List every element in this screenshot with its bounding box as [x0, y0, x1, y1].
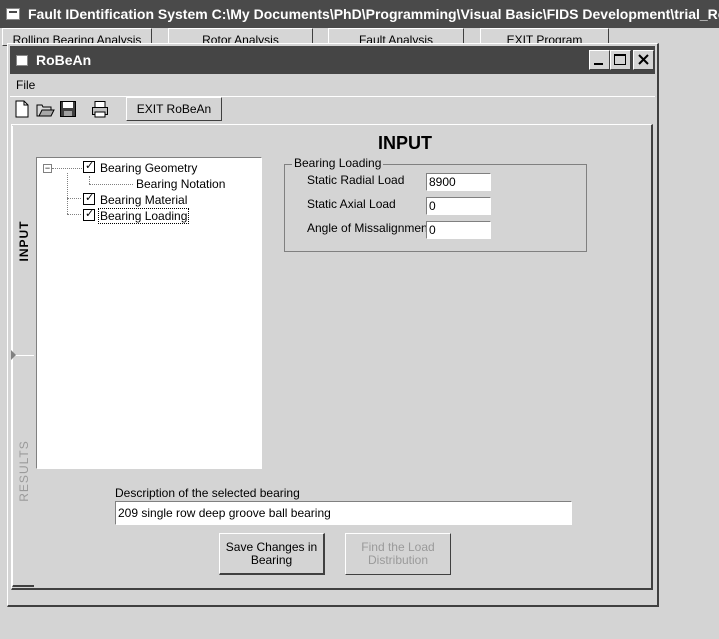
new-file-button[interactable]: [12, 99, 32, 119]
maximize-icon: [614, 54, 626, 65]
menu-bar: File: [10, 76, 655, 94]
toolbar: EXIT RoBeAn: [10, 96, 655, 123]
find-load-line2: Distribution: [367, 553, 429, 567]
save-changes-button[interactable]: Save Changes in Bearing: [219, 533, 325, 575]
loading-checkbox[interactable]: [83, 207, 95, 221]
window-title: RoBeAn: [36, 52, 92, 68]
window-icon: [16, 55, 28, 66]
tab-pointer-icon: [11, 350, 16, 360]
static-radial-load-label: Static Radial Load: [307, 173, 405, 187]
tree-connector: [89, 176, 90, 184]
printer-icon: [92, 101, 108, 118]
bearing-loading-caption: Bearing Loading: [292, 156, 384, 170]
save-file-button[interactable]: [58, 99, 78, 119]
menu-file[interactable]: File: [10, 76, 41, 94]
tab-input[interactable]: INPUT: [12, 126, 34, 356]
save-changes-line1: Save Changes in: [225, 540, 318, 554]
open-folder-icon: [36, 104, 55, 117]
tree-item-bearing-loading[interactable]: Bearing Loading: [98, 208, 190, 224]
tree-connector: [89, 184, 133, 185]
bearing-description-field[interactable]: 209 single row deep groove ball bearing: [115, 501, 572, 525]
geometry-checkbox[interactable]: [83, 159, 95, 173]
tree-item-bearing-material[interactable]: Bearing Material: [100, 193, 187, 207]
tab-input-label: INPUT: [16, 220, 31, 262]
page-title: INPUT: [378, 133, 432, 153]
save-changes-line2: Bearing: [250, 553, 293, 567]
print-button[interactable]: [90, 99, 110, 119]
tab-results-label: RESULTS: [16, 439, 31, 502]
angle-of-misalignment-input[interactable]: 0: [426, 221, 491, 239]
find-load-line1: Find the Load: [361, 540, 435, 554]
exit-robean-button[interactable]: EXIT RoBeAn: [126, 97, 222, 121]
parent-title-bar: Fault IDentification System C:\My Docume…: [0, 0, 719, 28]
maximize-button[interactable]: [610, 50, 631, 70]
new-file-icon: [15, 100, 29, 118]
static-radial-load-input[interactable]: 8900: [426, 173, 491, 191]
close-button[interactable]: [633, 50, 654, 70]
window-title-bar[interactable]: RoBeAn: [10, 46, 655, 74]
tree-item-bearing-geometry[interactable]: Bearing Geometry: [100, 161, 197, 175]
tree-item-bearing-notation[interactable]: Bearing Notation: [136, 177, 225, 191]
robean-window: RoBeAn File EXIT RoBeAn INPUT RESULTS IN…: [7, 43, 659, 607]
tree-connector: [67, 173, 68, 214]
find-load-distribution-button[interactable]: Find the Load Distribution: [345, 533, 451, 575]
minimize-icon: [594, 63, 603, 65]
parent-title-text: Fault IDentification System C:\My Docume…: [28, 6, 719, 22]
tree-connector: [67, 198, 81, 199]
angle-of-misalignment-label: Angle of Missalignment: [307, 221, 432, 235]
close-icon: [638, 54, 649, 65]
tab-results[interactable]: RESULTS: [12, 355, 34, 587]
open-file-button[interactable]: [35, 99, 55, 119]
bearing-tree-view[interactable]: − Bearing Geometry Bearing Notation Bear…: [36, 157, 262, 469]
save-disk-icon: [60, 101, 76, 117]
tree-connector: [52, 168, 82, 169]
material-checkbox[interactable]: [83, 191, 95, 205]
static-axial-load-label: Static Axial Load: [307, 197, 396, 211]
static-axial-load-input[interactable]: 0: [426, 197, 491, 215]
tree-connector: [67, 214, 81, 215]
minimize-button[interactable]: [589, 50, 610, 70]
app-icon: [6, 8, 20, 20]
description-label: Description of the selected bearing: [115, 486, 300, 500]
collapse-icon[interactable]: −: [43, 164, 52, 173]
